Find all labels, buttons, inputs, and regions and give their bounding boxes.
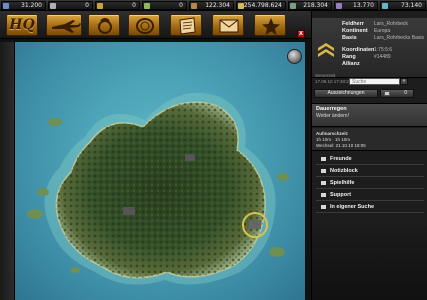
timer-line-2: 1h 10m · 1h 10m xyxy=(316,137,351,142)
resource-7[interactable]: 218.304 xyxy=(288,1,332,10)
value-coordinates[interactable]: 1:75:5:6 xyxy=(374,47,392,54)
search-input[interactable] xyxy=(349,78,400,85)
nav-support-label: Support xyxy=(330,192,352,198)
side-panel: Feldherr Lars_Rohrbeck Kontinent Europa … xyxy=(311,11,427,300)
resource-8-value: 13.770 xyxy=(353,2,374,9)
nav-own-search-label: In eigener Suche xyxy=(330,204,375,210)
resource-2-value: 0 xyxy=(85,2,89,9)
resource-8-icon xyxy=(336,3,342,9)
resource-7-value: 218.304 xyxy=(303,2,328,9)
resource-7-icon xyxy=(290,3,296,9)
timer-line-1: Aufmarschzeit: xyxy=(316,131,349,136)
resource-3[interactable]: 0 xyxy=(95,1,140,10)
messages-button[interactable]: 0 xyxy=(380,89,414,98)
zoom-button[interactable] xyxy=(287,49,302,64)
nav-friends-label: Freunde xyxy=(330,156,352,162)
alliance-button[interactable] xyxy=(128,14,160,36)
resource-bar: 31.200 0 0 0 122.304 254.798.624 218.304… xyxy=(0,0,427,11)
documents-button[interactable] xyxy=(170,14,202,36)
rank-chevron-icon xyxy=(318,43,334,57)
nav-support[interactable]: Support xyxy=(316,190,424,201)
star-icon xyxy=(262,18,280,35)
label-rank: Rang xyxy=(342,54,356,60)
close-button[interactable]: x xyxy=(297,30,305,38)
mail-button[interactable] xyxy=(212,14,244,36)
list-bullet-icon xyxy=(321,169,326,173)
value-base[interactable]: Lars_Rohrbecks Basis xyxy=(374,35,426,41)
envelope-icon xyxy=(219,19,239,33)
weather-title: Dauerregen xyxy=(316,106,347,112)
resource-1[interactable]: 31.200 xyxy=(1,1,46,10)
list-bullet-icon xyxy=(321,181,326,185)
timer-line-3: Wechsel: 21.10.10 18:05 xyxy=(316,143,366,148)
hq-label: HQ xyxy=(9,17,35,33)
nav-own-search[interactable]: In eigener Suche xyxy=(316,202,424,213)
resource-6-value: 254.798.624 xyxy=(243,2,282,9)
panel-footer xyxy=(312,226,427,300)
nav-help-label: Spielhilfe xyxy=(330,180,355,186)
resource-4-icon xyxy=(144,3,150,9)
island-map[interactable] xyxy=(14,42,305,300)
rankings-button[interactable] xyxy=(254,14,286,36)
resource-4[interactable]: 0 xyxy=(142,1,187,10)
resource-5[interactable]: 122.304 xyxy=(189,1,234,10)
nav-notepad-label: Notizblock xyxy=(330,168,358,174)
label-base: Basis xyxy=(342,35,357,41)
resource-3-value: 0 xyxy=(132,2,136,9)
weather-box: Dauerregen Wetter ändern! xyxy=(312,103,427,127)
research-button[interactable] xyxy=(88,14,120,36)
change-weather-link[interactable]: Wetter ändern! xyxy=(316,113,349,119)
nav-friends[interactable]: Freunde xyxy=(316,154,424,165)
mail-icon xyxy=(384,91,390,96)
base-marker[interactable] xyxy=(185,154,195,161)
value-rank[interactable]: #14489 xyxy=(374,54,391,61)
timer-box: Aufmarschzeit: 1h 10m · 1h 10m Wechsel: … xyxy=(312,128,427,151)
resource-2[interactable]: 0 xyxy=(48,1,93,10)
list-bullet-icon xyxy=(321,205,326,209)
resource-9-value: 73.140 xyxy=(401,2,422,9)
list-bullet-icon xyxy=(321,157,326,161)
main-menu-bar: HQ xyxy=(0,11,311,39)
resource-4-value: 0 xyxy=(179,2,183,9)
hand-grenade-icon xyxy=(98,18,112,34)
resource-5-icon xyxy=(191,3,197,9)
value-continent: Europa xyxy=(374,28,391,34)
resource-5-value: 122.304 xyxy=(205,2,230,9)
nav-help[interactable]: Spielhilfe xyxy=(316,178,424,189)
document-icon xyxy=(179,17,196,35)
player-profile: Feldherr Lars_Rohrbeck Kontinent Europa … xyxy=(312,18,427,78)
resource-6[interactable]: 254.798.624 xyxy=(236,1,286,10)
awards-button[interactable]: Auszeichnungen xyxy=(314,89,378,98)
map-frame xyxy=(0,42,14,300)
resource-2-icon xyxy=(50,3,56,9)
resource-8[interactable]: 13.770 xyxy=(334,1,378,10)
resource-9-icon xyxy=(382,3,388,9)
resource-9[interactable]: 73.140 xyxy=(380,1,426,10)
nav-notepad[interactable]: Notizblock xyxy=(316,166,424,177)
aircraft-icon xyxy=(52,20,81,33)
resource-3-icon xyxy=(97,3,103,9)
servertime-label: Serverzeit xyxy=(315,73,336,78)
resource-1-icon xyxy=(3,3,9,9)
resource-1-value: 31.200 xyxy=(21,2,42,9)
messages-count: 0 xyxy=(404,90,407,96)
aircraft-button[interactable] xyxy=(46,14,82,36)
label-coordinates: Koordinaten xyxy=(342,47,375,53)
label-alliance: Allianz xyxy=(342,61,360,67)
label-continent: Kontinent xyxy=(342,28,368,34)
island-terrain xyxy=(27,92,289,285)
search-button[interactable]: » xyxy=(400,78,408,85)
base-marker[interactable] xyxy=(123,207,135,215)
label-commander: Feldherr xyxy=(342,21,365,27)
hq-button[interactable]: HQ xyxy=(6,14,38,36)
value-commander[interactable]: Lars_Rohrbeck xyxy=(374,21,408,28)
list-bullet-icon xyxy=(321,193,326,197)
wreath-icon xyxy=(136,18,154,34)
